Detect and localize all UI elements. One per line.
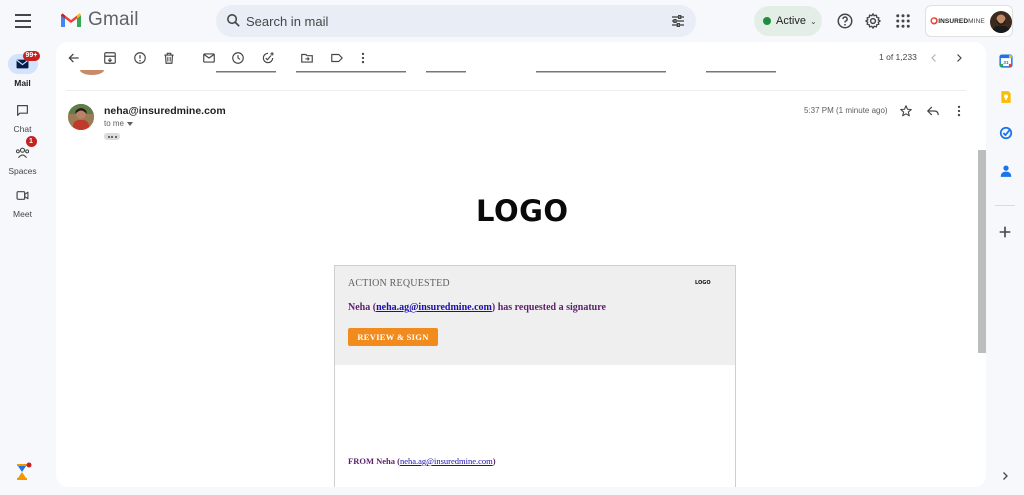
main-menu-icon[interactable]	[12, 10, 34, 32]
account-avatar[interactable]	[990, 11, 1012, 33]
chat-icon	[17, 104, 28, 116]
signature-request-card: ACTION REQUESTED LOGO Neha (neha.ag@insu…	[334, 265, 736, 487]
brand-mark-icon: ⭕	[930, 18, 939, 25]
request-message: Neha (neha.ag@insuredmine.com) has reque…	[348, 302, 606, 313]
card-title: ACTION REQUESTED	[348, 278, 450, 289]
reply-icon[interactable]	[926, 104, 940, 118]
card-mini-logo: LOGO	[695, 280, 711, 286]
contacts-app-button[interactable]	[997, 162, 1015, 180]
gmail-m-icon	[61, 13, 81, 27]
keep-icon	[1001, 91, 1011, 103]
chevron-down-icon: ⌄	[809, 16, 817, 26]
app-name: Gmail	[88, 9, 139, 30]
message-more-icon[interactable]	[952, 104, 966, 118]
tasks-app-button[interactable]	[997, 124, 1015, 142]
rail-label-spaces: Spaces	[8, 166, 37, 176]
more-icon[interactable]	[356, 51, 370, 65]
delete-icon[interactable]	[162, 51, 176, 65]
from-suffix: )	[492, 456, 496, 466]
review-and-sign-button[interactable]: REVIEW & SIGN	[348, 328, 438, 346]
status-dot-icon	[763, 17, 771, 25]
requester-name: Neha (	[348, 302, 377, 313]
from-prefix: FROM Neha (	[348, 456, 400, 466]
back-icon[interactable]	[67, 51, 81, 65]
svg-text:31: 31	[1003, 60, 1009, 65]
report-spam-icon[interactable]	[133, 51, 147, 65]
caret-down-icon[interactable]	[127, 121, 134, 126]
requester-email-link[interactable]: neha.ag@insuredmine.com	[376, 302, 492, 313]
older-chevron-icon[interactable]	[953, 52, 965, 64]
rail-item-chat[interactable]: Chat	[0, 100, 45, 134]
card-header: ACTION REQUESTED LOGO Neha (neha.ag@insu…	[335, 266, 735, 365]
newer-chevron-icon[interactable]	[928, 52, 940, 64]
expand-side-panel-chevron-icon[interactable]	[999, 470, 1011, 482]
help-icon[interactable]	[836, 12, 854, 30]
rail-pill-spaces: 1	[8, 136, 38, 162]
brand-prefix: INSURED	[938, 18, 969, 25]
rail-item-spaces[interactable]: 1 Spaces	[0, 136, 45, 176]
spaces-icon	[15, 147, 30, 158]
label-icon[interactable]	[330, 51, 344, 65]
search-icon[interactable]	[225, 12, 242, 29]
tasks-icon	[999, 126, 1013, 140]
from-line: FROM Neha (neha.ag@insuredmine.com)	[348, 456, 496, 466]
mark-unread-icon[interactable]	[202, 51, 216, 65]
settings-gear-icon[interactable]	[864, 12, 882, 30]
message-timestamp: 5:37 PM (1 minute ago)	[804, 106, 888, 115]
rail-pill-meet	[8, 185, 38, 205]
from-email-link[interactable]: neha.ag@insuredmine.com	[400, 456, 493, 466]
recipient-label: to me	[104, 119, 125, 128]
archive-icon[interactable]	[103, 51, 117, 65]
hourglass-icon[interactable]	[15, 462, 33, 482]
org-brand-logo: ⭕INSUREDMINE	[930, 17, 985, 25]
rail-item-meet[interactable]: Meet	[0, 185, 45, 219]
search-bar[interactable]	[216, 5, 696, 37]
show-trimmed-content-button[interactable]	[104, 133, 120, 140]
meet-icon	[16, 190, 29, 200]
rail-label-chat: Chat	[13, 124, 32, 134]
status-dropdown[interactable]: Active ⌄	[754, 6, 822, 36]
search-input[interactable]	[246, 11, 646, 31]
top-bar: Gmail Active ⌄ ⭕INSUREDMINE	[0, 0, 1024, 42]
rail-pill-mail: 99+	[7, 51, 41, 74]
snooze-icon[interactable]	[231, 51, 245, 65]
calendar-icon: 31	[999, 54, 1013, 68]
keep-app-button[interactable]	[997, 88, 1015, 106]
add-task-icon[interactable]	[261, 51, 275, 65]
rail-pill-chat	[8, 100, 38, 120]
vertical-scrollbar[interactable]	[978, 150, 986, 353]
rail-item-mail[interactable]: 99+ Mail	[0, 51, 45, 88]
spaces-badge: 1	[25, 136, 37, 147]
sender-avatar[interactable]	[68, 104, 94, 130]
apps-grid-icon[interactable]	[894, 12, 912, 30]
contacts-icon	[1000, 165, 1012, 177]
mail-unread-badge: 99+	[22, 51, 41, 61]
request-suffix: ) has requested a signature	[491, 302, 606, 313]
move-to-icon[interactable]	[300, 51, 314, 65]
brand-suffix: MINE	[968, 18, 985, 25]
star-icon[interactable]	[899, 104, 913, 118]
side-panel-divider	[995, 205, 1015, 206]
calendar-app-button[interactable]: 31	[997, 52, 1015, 70]
pagination-count: 1 of 1,233	[879, 52, 917, 62]
email-header-logo: LOGO	[476, 194, 569, 228]
get-addons-plus-icon[interactable]	[997, 224, 1013, 240]
main-panel: 1 of 1,233 neha@insuredmine.com to me 5:…	[56, 42, 986, 487]
sender-email[interactable]: neha@insuredmine.com	[104, 105, 226, 117]
status-label: Active	[776, 15, 806, 27]
message-divider	[66, 90, 966, 91]
rail-label-meet: Meet	[13, 209, 32, 219]
search-options-icon[interactable]	[670, 13, 686, 29]
recipient-details[interactable]: to me	[104, 119, 134, 128]
collapsed-previous-message[interactable]	[66, 70, 966, 76]
rail-label-mail: Mail	[14, 78, 31, 88]
account-switcher[interactable]: ⭕INSUREDMINE	[925, 5, 1013, 37]
gmail-logo[interactable]: Gmail	[60, 9, 139, 31]
